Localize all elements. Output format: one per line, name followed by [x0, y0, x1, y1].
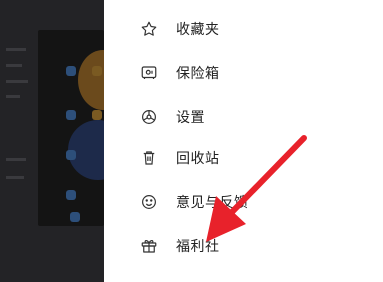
- star-icon: [140, 20, 158, 38]
- trash-icon: [140, 149, 158, 167]
- menu-item-label: 福利社: [176, 239, 220, 255]
- menu-item-settings[interactable]: 设置: [104, 97, 383, 137]
- background-text: [6, 64, 22, 67]
- menu-item-label: 回收站: [176, 151, 220, 167]
- menu-item-feedback[interactable]: 意见与反馈: [104, 182, 383, 222]
- background-app-icon: [66, 190, 76, 200]
- menu-item-label: 保险箱: [176, 66, 220, 82]
- background-app-icon: [70, 212, 80, 222]
- menu-item-favorites[interactable]: 收藏夹: [104, 9, 383, 49]
- background-text: [6, 80, 28, 83]
- menu-item-label: 收藏夹: [176, 22, 220, 38]
- background-text: [6, 176, 24, 179]
- background-app-icon: [66, 110, 76, 120]
- background-app-icon: [66, 66, 76, 76]
- menu-item-label: 设置: [176, 110, 205, 126]
- menu-item-safe[interactable]: 保险箱: [104, 53, 383, 93]
- menu-item-recycle-bin[interactable]: 回收站: [104, 138, 383, 178]
- background-app-icon: [66, 150, 76, 160]
- background-text: [6, 158, 26, 161]
- side-drawer-menu: 收藏夹 保险箱 设置 回收站 意见与反馈 福利社: [104, 0, 383, 282]
- gift-icon: [140, 237, 158, 255]
- smile-icon: [140, 193, 158, 211]
- background-text: [6, 48, 26, 51]
- background-app-icon: [92, 110, 102, 120]
- background-app-overlay: [0, 0, 128, 282]
- safe-icon: [140, 64, 158, 82]
- settings-icon: [140, 108, 158, 126]
- background-text: [6, 95, 20, 98]
- background-app-icon: [92, 66, 102, 76]
- menu-item-welfare[interactable]: 福利社: [104, 226, 383, 266]
- menu-item-label: 意见与反馈: [176, 195, 249, 211]
